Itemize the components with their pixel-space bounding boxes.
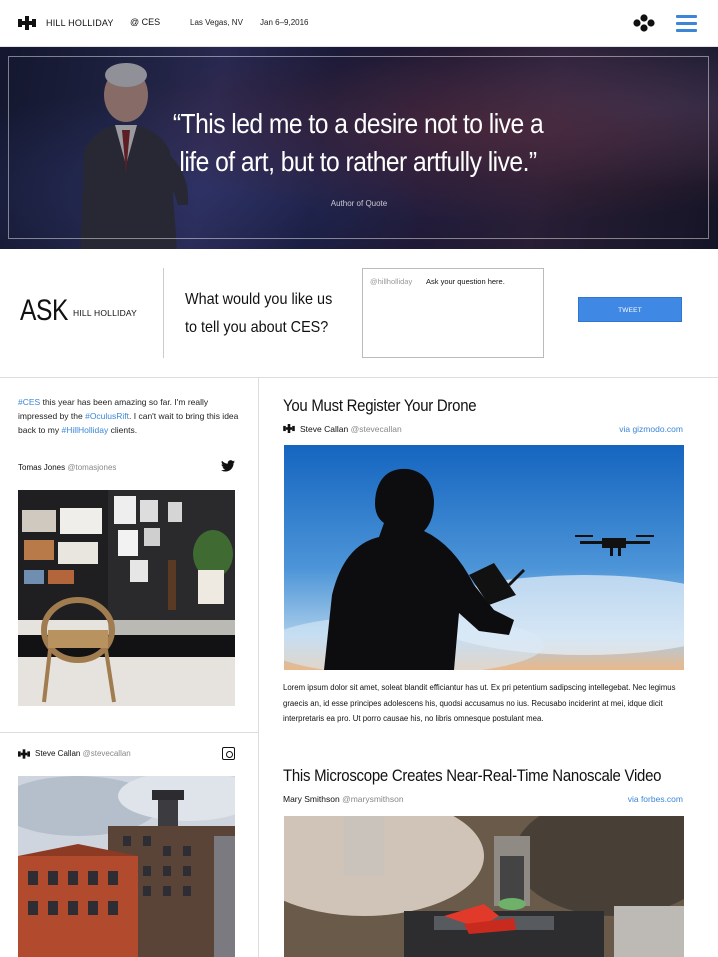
ask-divider [163, 268, 164, 358]
twitter-icon[interactable] [221, 460, 235, 472]
ask-prompt: What would you like us to tell you about… [185, 286, 338, 342]
drone-article-image[interactable] [284, 445, 684, 670]
article-body: Lorem ipsum dolor sit amet, soleat bland… [283, 683, 676, 723]
question-input[interactable]: @hillholliday Ask your question here. [362, 268, 544, 358]
instagram-author[interactable]: Steve Callan @stevecallan [35, 749, 131, 758]
tweet-text: #CES this year has been amazing so far. … [18, 395, 243, 437]
quote-author: Author of Quote [330, 199, 388, 208]
hashtag-link[interactable]: #CES [18, 397, 40, 407]
social-dots-icon[interactable] [633, 14, 655, 32]
ask-brand-label: HILL HOLLIDAY [73, 308, 138, 318]
twitter-handle-prefix: @hillholliday [370, 277, 413, 286]
article-author-handle: @stevecallan [350, 424, 402, 434]
ask-prompt-line-1: What would you like us [185, 291, 333, 308]
feed-separator [0, 732, 259, 733]
hero-quote-banner: “This led me to a desire not to live a l… [0, 47, 718, 249]
event-name: @ CES [130, 17, 161, 27]
quote-line-1: “This led me to a desire not to live a [172, 108, 544, 139]
article-author-handle: @marysmithson [342, 794, 404, 804]
tweet-author[interactable]: Tomas Jones @tomasjones [18, 463, 116, 472]
hill-holliday-logo-icon[interactable] [18, 16, 36, 30]
hill-holliday-mini-logo-icon [283, 424, 295, 433]
event-dates: Jan 6–9,2016 [260, 18, 309, 27]
tweet-author-name: Tomas Jones [18, 463, 66, 472]
article-author[interactable]: Steve Callan @stevecallan [283, 424, 402, 434]
brand-name: HILL HOLLIDAY [46, 18, 114, 28]
building-photo[interactable] [18, 776, 235, 957]
hill-holliday-mini-logo-icon [18, 749, 30, 759]
microscope-article-image[interactable] [284, 816, 684, 957]
ask-heading: ASK [20, 294, 68, 327]
tweet-button[interactable]: TWEET [578, 297, 682, 322]
social-feed-column: #CES this year has been amazing so far. … [0, 378, 259, 957]
hero-quote: “This led me to a desire not to live a l… [131, 105, 585, 181]
instagram-author-name: Steve Callan [35, 749, 81, 758]
hashtag-link[interactable]: #OculusRift [85, 411, 129, 421]
article-author[interactable]: Mary Smithson @marysmithson [283, 794, 404, 804]
hashtag-link[interactable]: #HillHolliday [61, 425, 108, 435]
question-placeholder: Ask your question here. [426, 277, 505, 286]
article-title[interactable]: This Microscope Creates Near-Real-Time N… [283, 766, 661, 786]
ask-prompt-line-2: to tell you about CES? [185, 319, 329, 336]
interior-photo[interactable] [18, 490, 235, 706]
hamburger-menu-icon[interactable] [676, 15, 697, 32]
article-author-name: Steve Callan [300, 424, 349, 434]
article-source-link[interactable]: via gizmodo.com [619, 424, 683, 434]
event-location: Las Vegas, NV [190, 18, 243, 27]
instagram-icon[interactable] [222, 747, 235, 760]
article-source-link[interactable]: via forbes.com [628, 794, 683, 804]
ask-section: ASK HILL HOLLIDAY What would you like us… [0, 249, 718, 378]
top-bar: HILL HOLLIDAY @ CES Las Vegas, NV Jan 6–… [0, 0, 718, 47]
instagram-author-handle: @stevecallan [82, 749, 131, 758]
tweet-text-segment: clients. [108, 425, 138, 435]
quote-line-2: life of art, but to rather artfully live… [179, 146, 537, 177]
tweet-author-handle: @tomasjones [67, 463, 117, 472]
article-title[interactable]: You Must Register Your Drone [283, 396, 477, 416]
article-author-name: Mary Smithson [283, 794, 340, 804]
